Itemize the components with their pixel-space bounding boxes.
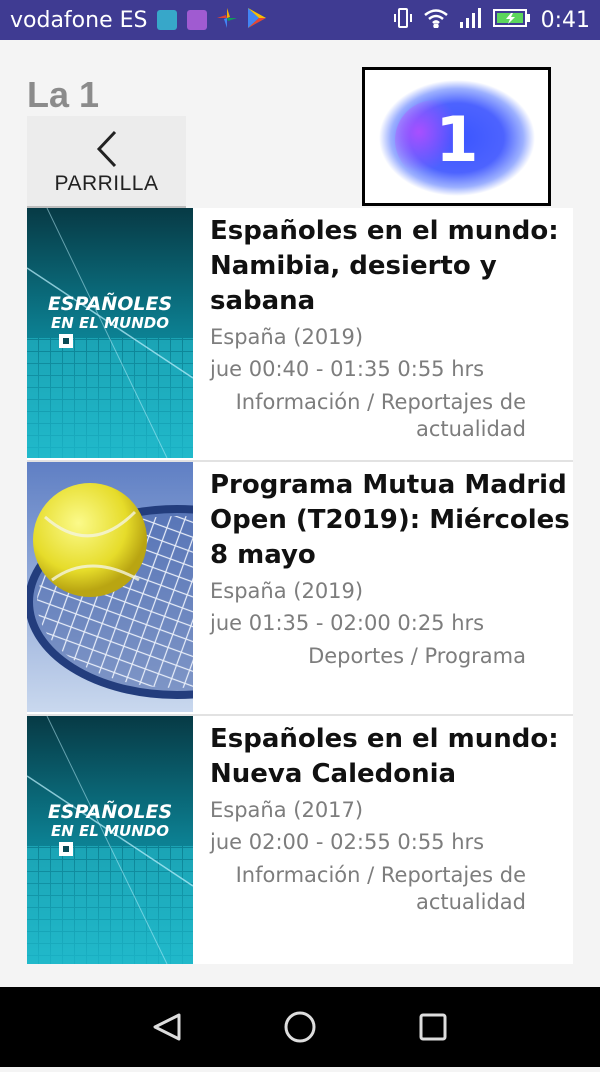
program-info: Españoles en el mundo: Namibia, desierto…: [193, 208, 573, 460]
photo-notification-icon: [187, 10, 208, 30]
back-nav-icon[interactable]: [153, 1013, 181, 1041]
program-genre: Información / Reportajes de actualidad: [235, 863, 526, 914]
recents-nav-icon[interactable]: [419, 1013, 447, 1041]
play-store-notification-icon: [247, 7, 267, 34]
back-button-label: PARRILLA: [54, 172, 159, 195]
program-country-year: España (2019): [210, 325, 364, 349]
signal-icon: [459, 7, 483, 34]
program-genre: Deportes / Programa: [308, 644, 526, 668]
back-to-guide-button[interactable]: PARRILLA: [27, 116, 186, 208]
logo-text: 1: [435, 103, 478, 176]
program-row[interactable]: ESPAÑOLES EN EL MUNDO Españoles en el mu…: [27, 716, 573, 964]
thumbnail-title-line1: ESPAÑOLES: [48, 799, 172, 823]
program-title: Españoles en el mundo: Nueva Caledonia: [210, 724, 559, 789]
thumbnail-title-line2: EN EL MUNDO: [51, 314, 169, 332]
gallery-notification-icon: [157, 10, 178, 30]
wifi-icon: [423, 8, 449, 33]
clock: 0:41: [540, 7, 590, 33]
thumbnail-title-line1: ESPAÑOLES: [48, 291, 172, 315]
battery-icon: [492, 8, 531, 33]
program-thumbnail: ESPAÑOLES EN EL MUNDO: [27, 716, 193, 964]
program-info: Españoles en el mundo: Nueva Caledonia E…: [193, 716, 573, 964]
program-genre: Información / Reportajes de actualidad: [235, 390, 526, 441]
program-row[interactable]: Programa Mutua Madrid Open (T2019): Miér…: [27, 462, 573, 716]
program-time: jue 02:00 - 02:55 0:55 hrs: [210, 830, 485, 854]
channel-name: La 1: [27, 74, 100, 115]
program-title: Programa Mutua Madrid Open (T2019): Miér…: [210, 470, 570, 570]
program-thumbnail: ESPAÑOLES EN EL MUNDO: [27, 208, 193, 460]
system-navigation-bar: [0, 987, 600, 1067]
home-nav-icon[interactable]: [284, 1011, 316, 1043]
program-title: Españoles en el mundo: Namibia, desierto…: [210, 216, 559, 316]
status-bar: vodafone ES 0:41: [0, 0, 600, 40]
thumbnail-title-line2: EN EL MUNDO: [51, 822, 169, 840]
vibrate-icon: [393, 7, 413, 34]
program-row[interactable]: ESPAÑOLES EN EL MUNDO Españoles en el mu…: [27, 208, 573, 462]
chevron-left-icon: [96, 130, 116, 168]
channel-logo: 1: [362, 67, 551, 206]
program-info: Programa Mutua Madrid Open (T2019): Miér…: [193, 462, 573, 714]
program-time: jue 00:40 - 01:35 0:55 hrs: [210, 357, 485, 381]
program-thumbnail: [27, 462, 193, 714]
program-list: ESPAÑOLES EN EL MUNDO Españoles en el mu…: [27, 208, 573, 964]
program-time: jue 01:35 - 02:00 0:25 hrs: [210, 611, 485, 635]
pinwheel-notification-icon: [217, 7, 238, 33]
program-country-year: España (2017): [210, 798, 364, 822]
program-country-year: España (2019): [210, 579, 364, 603]
carrier-name: vodafone ES: [10, 7, 148, 33]
